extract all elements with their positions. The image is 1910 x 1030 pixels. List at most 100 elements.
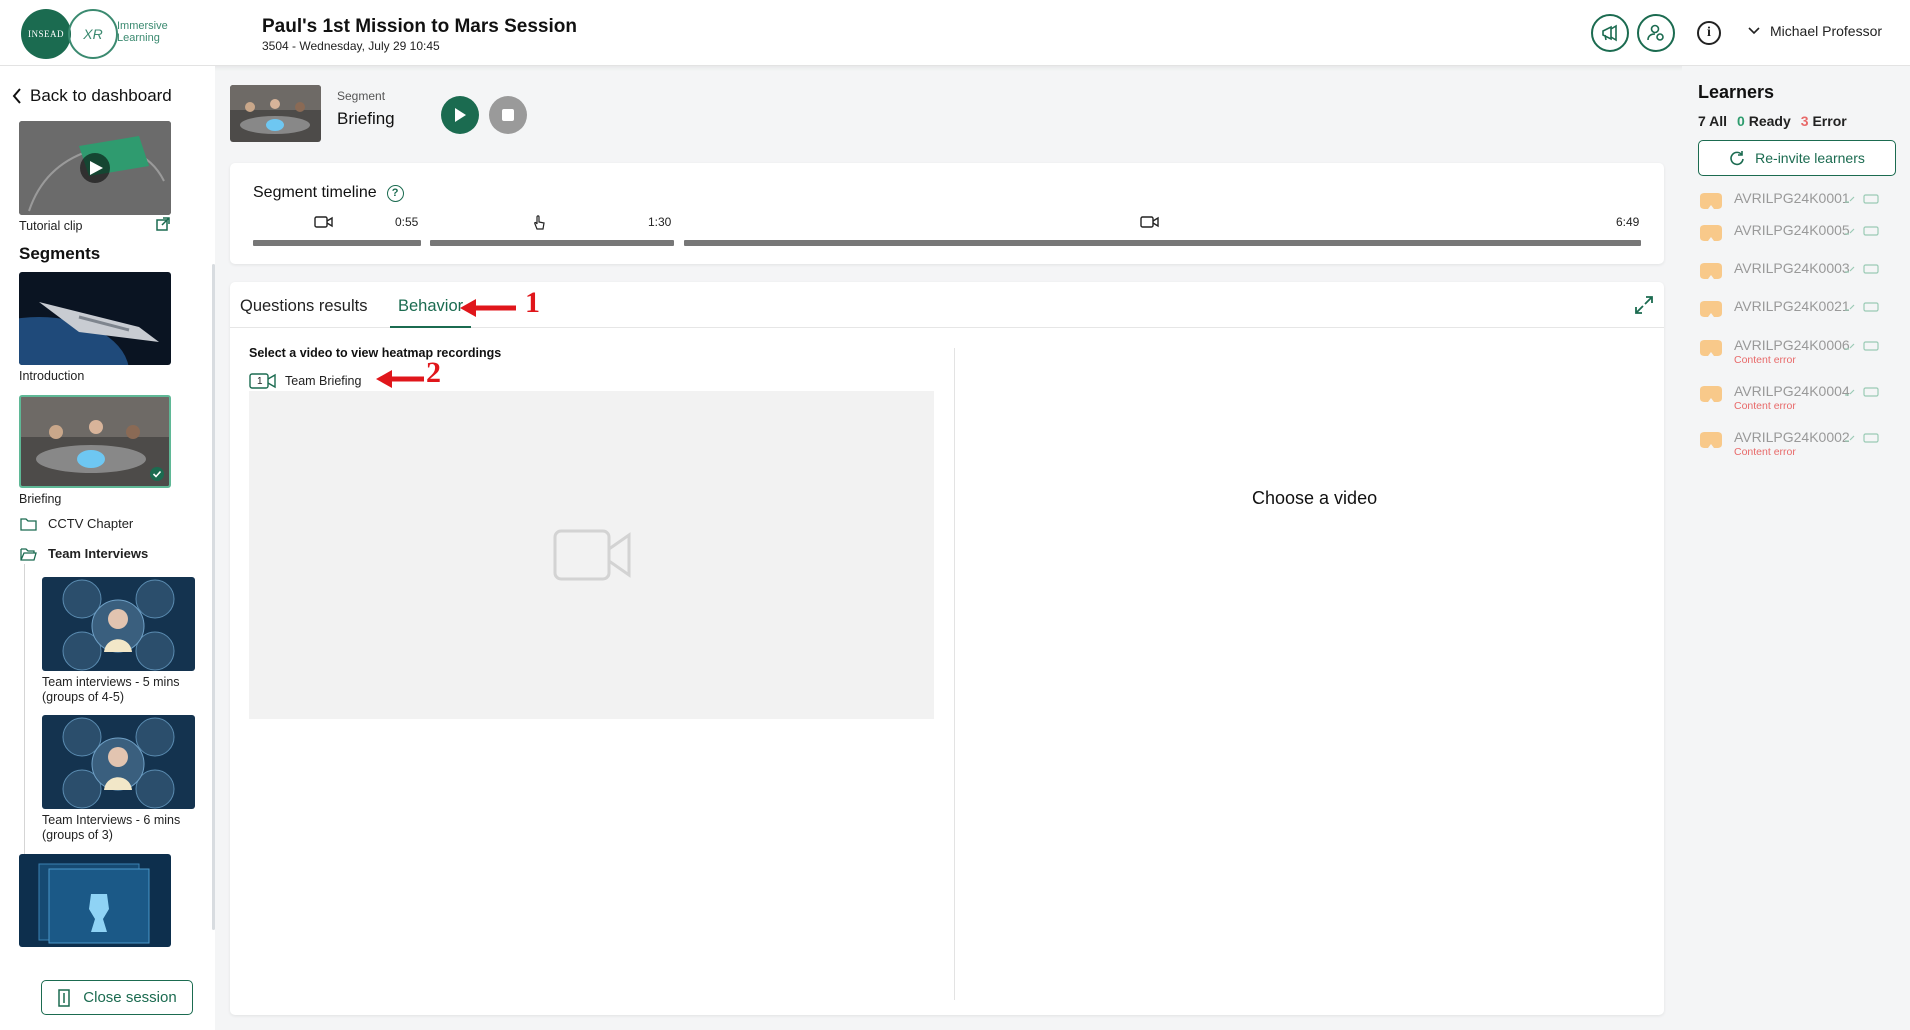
learner-row[interactable]: AVRILPG24K0003 (1698, 258, 1898, 294)
interview-5min-label-line-2: (groups of 4-5) (42, 690, 124, 704)
vr-headset-icon (1700, 386, 1722, 402)
learner-row[interactable]: AVRILPG24K0021 (1698, 296, 1898, 332)
folder-icon (20, 517, 37, 531)
panel-divider (954, 348, 955, 1000)
current-segment-thumbnail (230, 85, 321, 142)
count-error-number: 3 (1800, 113, 1809, 129)
count-ready-label: Ready (1748, 113, 1791, 129)
user-gear-icon (1647, 24, 1664, 41)
folder-team-interviews[interactable]: Team Interviews (20, 546, 148, 561)
segment-caption: Segment (337, 89, 386, 103)
learner-row[interactable]: AVRILPG24K0002 Content error (1698, 427, 1898, 463)
vr-headset-icon (1700, 193, 1722, 209)
results-card: Questions results Behavior 1 Select a vi… (230, 282, 1664, 1015)
vr-headset-icon (1700, 263, 1722, 279)
close-session-button[interactable]: Close session (41, 980, 193, 1015)
segment-introduction-thumbnail[interactable] (19, 272, 171, 365)
user-settings-button[interactable] (1637, 14, 1675, 52)
segment-introduction-label: Introduction (19, 369, 85, 383)
learner-row[interactable]: AVRILPG24K0001 (1698, 188, 1898, 224)
segment-briefing-label: Briefing (19, 492, 62, 506)
video-item-team-briefing[interactable]: 1 Team Briefing (249, 372, 361, 390)
interview-6min-label: Team Interviews - 6 mins (groups of 3) (42, 813, 180, 843)
tutorial-clip-thumbnail[interactable] (19, 121, 171, 215)
vr-headset-icon (1700, 432, 1722, 448)
top-header: INSEAD XR Immersive Learning Paul's 1st … (0, 0, 1910, 66)
help-icon[interactable]: ? (386, 184, 404, 202)
signal-battery-icon (1845, 341, 1879, 351)
learners-panel: Learners 7 All 0 Ready 3 Error Re-invite… (1682, 66, 1910, 1030)
learner-id: AVRILPG24K0005 (1734, 222, 1850, 238)
choose-video-message: Choose a video (1252, 488, 1378, 508)
reinvite-label: Re-invite learners (1755, 150, 1865, 166)
tab-questions-results[interactable]: Questions results (240, 297, 367, 328)
session-title: Paul's 1st Mission to Mars Session (262, 16, 577, 37)
signal-battery-icon (1845, 302, 1879, 312)
segment-briefing-thumbnail[interactable] (19, 395, 171, 488)
learner-id: AVRILPG24K0001 (1734, 190, 1850, 206)
folder-cctv-chapter[interactable]: CCTV Chapter (20, 516, 133, 531)
door-exit-icon (58, 988, 71, 1007)
video-count-badge: 1 (249, 372, 277, 390)
vr-headset-icon (1700, 301, 1722, 317)
stop-button[interactable] (489, 96, 527, 134)
back-to-dashboard-link[interactable]: Back to dashboard (12, 86, 172, 106)
back-label: Back to dashboard (30, 86, 172, 105)
timeline-track-1[interactable] (253, 240, 421, 246)
close-session-label: Close session (83, 989, 177, 1006)
annotation-number-1: 1 (525, 286, 540, 319)
announcement-button[interactable] (1591, 14, 1629, 52)
interview-5min-thumbnail[interactable] (42, 577, 195, 671)
hand-pointer-icon (534, 215, 545, 230)
session-subtitle: 3504 - Wednesday, July 29 10:45 (262, 39, 440, 53)
user-menu[interactable]: Michael Professor (1748, 23, 1882, 39)
checkmark-icon (150, 467, 164, 481)
tutorial-clip-label: Tutorial clip (19, 219, 83, 233)
learner-id: AVRILPG24K0002 (1734, 429, 1850, 445)
count-error: 3 Error (1801, 113, 1847, 129)
learner-id: AVRILPG24K0003 (1734, 260, 1850, 276)
learner-row[interactable]: AVRILPG24K0004 Content error (1698, 381, 1898, 417)
signal-battery-icon (1845, 433, 1879, 443)
learner-row[interactable]: AVRILPG24K0006 Content error (1698, 335, 1898, 371)
annotation-arrow-2 (376, 370, 424, 388)
video-preview-placeholder (249, 391, 934, 719)
left-sidebar: Back to dashboard Tutorial clip Segments… (0, 66, 215, 1030)
folder-team-interviews-label: Team Interviews (48, 546, 149, 561)
play-button[interactable] (441, 96, 479, 134)
external-link-icon[interactable] (156, 217, 170, 231)
stop-icon (502, 109, 514, 121)
next-segment-thumbnail[interactable] (19, 854, 171, 947)
tutorial-clip-image (19, 121, 171, 215)
timeline-track-2[interactable] (430, 240, 674, 246)
briefing-image (21, 397, 169, 486)
info-icon[interactable]: i (1697, 21, 1721, 45)
learner-id: AVRILPG24K0021 (1734, 298, 1850, 314)
segment-name: Briefing (337, 109, 395, 128)
timeline-title: Segment timeline ? (253, 184, 404, 202)
segments-title: Segments (19, 244, 101, 263)
expand-icon[interactable] (1634, 295, 1654, 315)
interview-6min-thumbnail[interactable] (42, 715, 195, 809)
video-camera-icon (314, 216, 333, 228)
chevron-down-icon (1748, 27, 1760, 35)
learner-error: Content error (1734, 446, 1796, 458)
timeline-track-3[interactable] (684, 240, 1641, 246)
reinvite-learners-button[interactable]: Re-invite learners (1698, 140, 1896, 176)
learner-row[interactable]: AVRILPG24K0005 (1698, 220, 1898, 256)
interview-6min-label-line-2: (groups of 3) (42, 828, 113, 842)
interview-5min-label-line-1: Team interviews - 5 mins (42, 675, 180, 689)
next-segment-image (19, 854, 171, 947)
signal-battery-icon (1845, 387, 1879, 397)
current-segment-image (230, 85, 321, 142)
insead-logo: INSEAD (21, 9, 71, 59)
annotation-number-2: 2 (426, 356, 441, 389)
sidebar-scrollbar[interactable] (212, 264, 215, 930)
vr-headset-icon (1700, 225, 1722, 241)
timeline-time-1: 0:55 (395, 215, 419, 229)
annotation-arrow-1 (460, 299, 516, 317)
logo-text: Immersive Learning (117, 20, 168, 44)
video-camera-badge-icon (249, 373, 276, 389)
play-icon (455, 108, 466, 122)
tabs-row: Questions results Behavior (230, 282, 1664, 328)
